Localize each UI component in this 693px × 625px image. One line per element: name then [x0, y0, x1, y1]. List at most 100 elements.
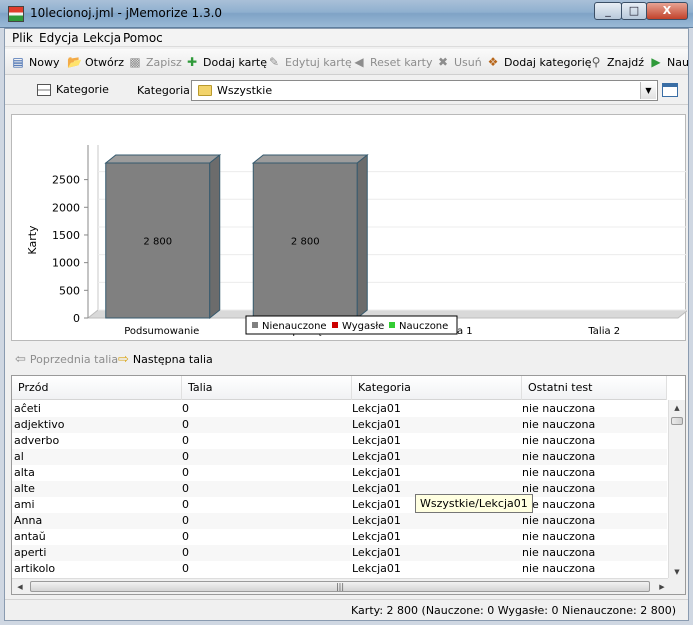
- toolbar-button-1[interactable]: 📂 Otwórz: [67, 53, 124, 71]
- arrow-right-icon: ⇨: [118, 352, 129, 367]
- table-row[interactable]: alte 0 Lekcja01 nie nauczona: [12, 481, 667, 497]
- vertical-scroll-thumb[interactable]: [671, 417, 683, 425]
- table-body: aĉeti 0 Lekcja01 nie nauczona adjektivo 0 Lekc…: [12, 401, 667, 577]
- window-view-icon[interactable]: [662, 83, 678, 97]
- table-cell: Lekcja01: [352, 530, 401, 543]
- table-row[interactable]: al 0 Lekcja01 nie nauczona: [12, 449, 667, 465]
- y-tick-label: 2000: [52, 201, 80, 214]
- table-cell: Anna: [14, 514, 43, 527]
- toolbar-button-5[interactable]: ◀ Reset karty: [352, 53, 432, 71]
- table-row[interactable]: alta 0 Lekcja01 nie nauczona: [12, 465, 667, 481]
- vertical-scrollbar[interactable]: ▲ ▼: [668, 400, 685, 580]
- table-row[interactable]: artikolo 0 Lekcja01 nie nauczona: [12, 561, 667, 577]
- search-icon: ⚲: [591, 55, 601, 69]
- column-header-deck[interactable]: Talia: [182, 376, 352, 400]
- table-cell: 0: [182, 530, 189, 543]
- category-bar: Kategorie Kategoria Wszystkie ▼: [5, 77, 688, 105]
- legend-swatch: [332, 322, 338, 328]
- table-cell: nie nauczona: [522, 546, 596, 559]
- category-tree-icon: [37, 83, 51, 96]
- table-cell: Lekcja01: [352, 450, 401, 463]
- toolbar-button-4[interactable]: ✎ Edytuj kartę: [267, 53, 352, 71]
- scroll-left-icon[interactable]: ◀: [12, 579, 28, 594]
- table-row[interactable]: ami 0 Lekcja01 nie nauczona: [12, 497, 667, 513]
- previous-deck-button[interactable]: ⇦ Poprzednia talia: [15, 352, 118, 367]
- table-cell: Lekcja01: [352, 562, 401, 575]
- delete-x-icon: ✖: [437, 55, 449, 69]
- y-axis-label: Karty: [26, 225, 39, 255]
- table-cell: 0: [182, 450, 189, 463]
- legend-entry: Wygasłe: [342, 321, 384, 332]
- data-label: 2 800: [291, 237, 320, 248]
- toolbar-button-label: Nau: [667, 55, 688, 69]
- table-row[interactable]: aĉeti 0 Lekcja01 nie nauczona: [12, 401, 667, 417]
- table-cell: Lekcja01: [352, 434, 401, 447]
- toolbar-button-6[interactable]: ✖ Usuń: [436, 53, 482, 71]
- category-select-value: Wszystkie: [217, 84, 273, 97]
- chevron-down-icon[interactable]: ▼: [640, 82, 656, 99]
- menu-lekcja[interactable]: Lekcja: [83, 31, 121, 45]
- table-cell: nie nauczona: [522, 562, 596, 575]
- table-cell: Lekcja01: [352, 514, 401, 527]
- table-cell: Lekcja01: [352, 498, 401, 511]
- toolbar-button-9[interactable]: ▶ Nau: [649, 53, 688, 71]
- table-cell: 0: [182, 466, 189, 479]
- table-cell: adverbo: [14, 434, 60, 447]
- toolbar-button-8[interactable]: ⚲ Znajdź: [589, 53, 644, 71]
- bar-top: [104, 154, 222, 164]
- toolbar-button-3[interactable]: ✚ Dodaj kartę: [185, 53, 267, 71]
- table-row[interactable]: adjektivo 0 Lekcja01 nie nauczona: [12, 417, 667, 433]
- column-header-category[interactable]: Kategoria: [352, 376, 522, 400]
- toolbar-button-0[interactable]: ▤ Nowy: [11, 53, 59, 71]
- legend-swatch: [389, 322, 395, 328]
- next-deck-label: Następna talia: [132, 353, 213, 366]
- menu-plik[interactable]: Plik: [12, 31, 33, 45]
- column-header-front[interactable]: Przód: [12, 376, 182, 400]
- toolbar-button-2[interactable]: ▩ Zapisz: [128, 53, 182, 71]
- menu-edycja[interactable]: Edycja: [39, 31, 79, 45]
- y-tick-label: 1500: [52, 229, 80, 242]
- legend-swatch: [252, 322, 258, 328]
- scroll-up-icon[interactable]: ▲: [669, 400, 685, 416]
- table-cell: aperti: [14, 546, 47, 559]
- x-tick-label: Talia 2: [587, 326, 620, 337]
- add-icon: ✚: [186, 55, 198, 69]
- table-cell: 0: [182, 546, 189, 559]
- categories-button[interactable]: Kategorie: [37, 83, 109, 96]
- horizontal-scrollbar[interactable]: ◀ ||| ▶: [12, 578, 670, 594]
- legend-entry: Nienauczone: [262, 321, 327, 332]
- legend-entry: Nauczone: [399, 321, 448, 332]
- table-cell: nie nauczona: [522, 482, 596, 495]
- table-row[interactable]: aperti 0 Lekcja01 nie nauczona: [12, 545, 667, 561]
- close-button[interactable]: X: [646, 2, 688, 20]
- y-tick-label: 2500: [52, 174, 80, 187]
- table-cell: nie nauczona: [522, 514, 596, 527]
- minimize-button[interactable]: _: [594, 2, 622, 20]
- open-folder-icon: 📂: [67, 55, 82, 69]
- next-deck-button[interactable]: ⇨ Następna talia: [118, 352, 213, 367]
- table-row[interactable]: Anna 0 Lekcja01 nie nauczona: [12, 513, 667, 529]
- table-row[interactable]: adverbo 0 Lekcja01 nie nauczona: [12, 433, 667, 449]
- status-text: Karty: 2 800 (Nauczone: 0 Wygasłe: 0 Nie…: [351, 604, 676, 617]
- category-tooltip: Wszystkie/Lekcja01: [415, 494, 533, 513]
- table-cell: adjektivo: [14, 418, 65, 431]
- y-tick-label: 500: [59, 284, 80, 297]
- play-icon: ▶: [651, 55, 661, 69]
- table-cell: Lekcja01: [352, 418, 401, 431]
- main-window: Plik Edycja Lekcja Pomoc ▤ Nowy 📂 Otwórz ▩ Za…: [4, 28, 689, 621]
- deck-navigation: ⇦ Poprzednia talia ⇨ Następna talia: [5, 347, 688, 371]
- table-cell: nie nauczona: [522, 466, 596, 479]
- horizontal-scroll-thumb[interactable]: |||: [30, 581, 650, 592]
- table-header: Przód Talia Kategoria Ostatni test: [12, 376, 667, 400]
- category-select[interactable]: Wszystkie ▼: [191, 80, 658, 101]
- table-cell: 0: [182, 514, 189, 527]
- table-row[interactable]: antaŭ 0 Lekcja01 nie nauczona: [12, 529, 667, 545]
- table-cell: 0: [182, 562, 189, 575]
- column-header-last-test[interactable]: Ostatni test: [522, 376, 667, 400]
- menu-pomoc[interactable]: Pomoc: [123, 31, 163, 45]
- bar-side: [209, 153, 221, 320]
- save-icon: ▩: [129, 55, 141, 69]
- toolbar-button-7[interactable]: ❖ Dodaj kategorię: [486, 53, 592, 71]
- table-cell: artikolo: [14, 562, 56, 575]
- maximize-button[interactable]: □: [621, 2, 647, 20]
